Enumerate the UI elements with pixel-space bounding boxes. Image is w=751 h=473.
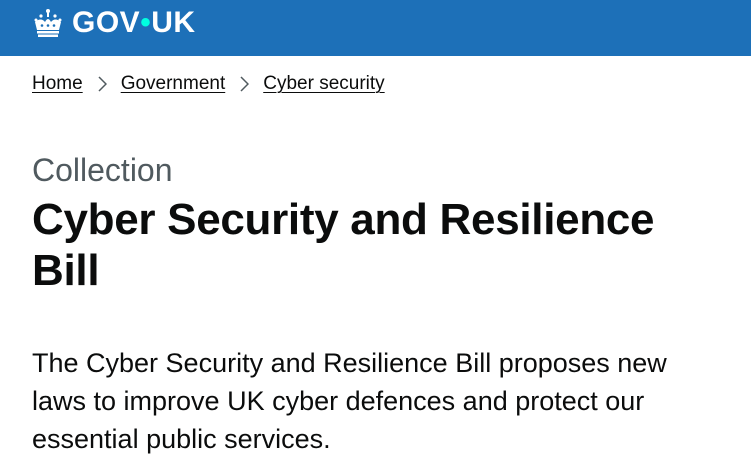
logo-dot: • — [140, 6, 152, 39]
site-header: GOV•UK — [0, 0, 751, 56]
breadcrumb-government[interactable]: Government — [121, 73, 226, 95]
crown-icon — [34, 9, 62, 37]
chevron-right-icon — [98, 76, 107, 92]
breadcrumb: Home Government Cyber security — [32, 70, 385, 98]
chevron-right-icon — [240, 76, 250, 92]
breadcrumb-home[interactable]: Home — [32, 73, 83, 95]
page-caption: Collection — [32, 152, 173, 188]
page-title: Cyber Security and Resilience Bill — [32, 195, 655, 295]
breadcrumb-cyber-security[interactable]: Cyber security — [263, 73, 384, 95]
lead-paragraph: The Cyber Security and Resilience Bill p… — [32, 348, 667, 454]
logo-text: GOV•UK — [72, 6, 196, 40]
govuk-logo-link[interactable]: GOV•UK — [32, 6, 196, 40]
logo-text-uk: UK — [151, 6, 196, 39]
logo-text-gov: GOV — [72, 6, 141, 39]
